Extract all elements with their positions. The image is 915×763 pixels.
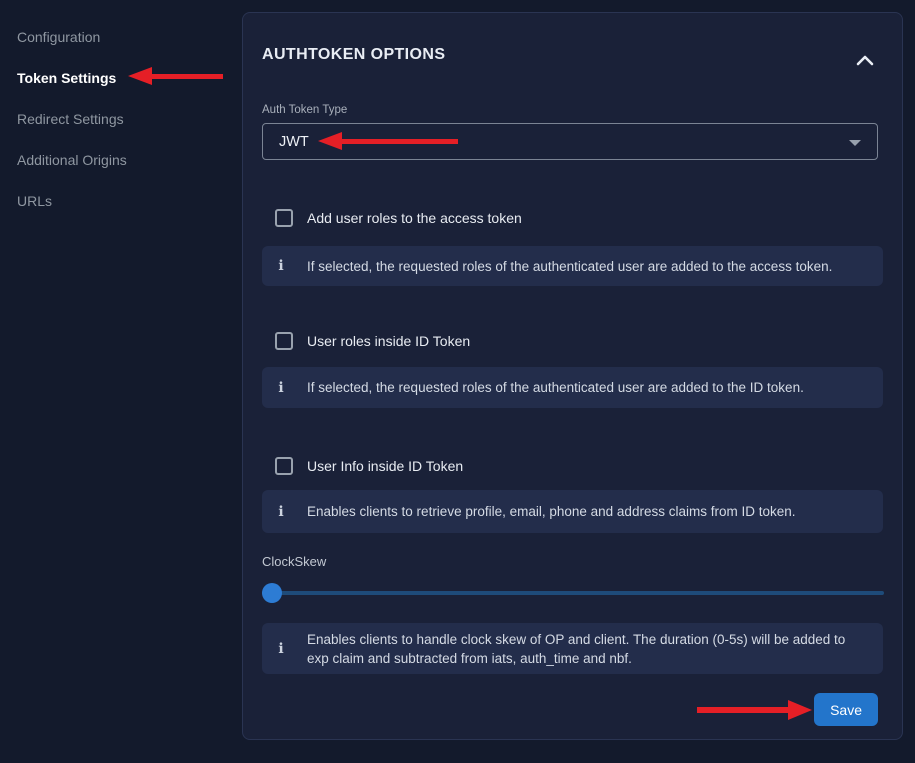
- option-row-id-token-roles: User roles inside ID Token: [275, 332, 470, 350]
- checkbox-label: Add user roles to the access token: [307, 210, 522, 226]
- sidebar-item-redirect-settings[interactable]: Redirect Settings: [17, 110, 227, 128]
- info-text: Enables clients to retrieve profile, ema…: [307, 502, 796, 521]
- slider-track[interactable]: [262, 591, 884, 595]
- auth-token-type-value: JWT: [279, 134, 309, 150]
- option-row-user-info-id-token: User Info inside ID Token: [275, 457, 463, 475]
- info-text: If selected, the requested roles of the …: [307, 378, 804, 397]
- authtoken-options-panel: AUTHTOKEN OPTIONS Auth Token Type JWT Ad…: [242, 12, 903, 740]
- checkbox-label: User roles inside ID Token: [307, 333, 470, 349]
- checkbox-user-info-id-token[interactable]: [275, 457, 293, 475]
- auth-token-type-select[interactable]: JWT: [262, 123, 878, 160]
- info-icon: ℹ: [275, 381, 287, 395]
- save-button[interactable]: Save: [814, 693, 878, 726]
- sidebar-item-urls[interactable]: URLs: [17, 192, 227, 210]
- info-text: Enables clients to handle clock skew of …: [307, 630, 867, 668]
- info-icon: ℹ: [275, 642, 287, 656]
- info-box-id-token-roles: ℹ If selected, the requested roles of th…: [262, 367, 883, 408]
- auth-token-type-label: Auth Token Type: [262, 104, 347, 116]
- chevron-up-icon[interactable]: [854, 53, 876, 69]
- settings-sidebar: Configuration Token Settings Redirect Se…: [17, 28, 227, 233]
- sidebar-item-token-settings[interactable]: Token Settings: [17, 69, 227, 87]
- clockskew-label: ClockSkew: [262, 554, 326, 569]
- clockskew-slider[interactable]: [262, 581, 884, 605]
- info-icon: ℹ: [275, 259, 287, 273]
- info-box-access-token-roles: ℹ If selected, the requested roles of th…: [262, 246, 883, 286]
- token-settings-page: Configuration Token Settings Redirect Se…: [0, 0, 915, 763]
- sidebar-item-configuration[interactable]: Configuration: [17, 28, 227, 46]
- slider-thumb[interactable]: [262, 583, 282, 603]
- info-box-user-info-id-token: ℹ Enables clients to retrieve profile, e…: [262, 490, 883, 533]
- panel-title: AUTHTOKEN OPTIONS: [262, 46, 445, 64]
- checkbox-label: User Info inside ID Token: [307, 458, 463, 474]
- info-text: If selected, the requested roles of the …: [307, 257, 832, 276]
- info-icon: ℹ: [275, 505, 287, 519]
- checkbox-add-user-roles-access-token[interactable]: [275, 209, 293, 227]
- chevron-down-icon: [849, 140, 861, 146]
- sidebar-item-additional-origins[interactable]: Additional Origins: [17, 151, 227, 169]
- checkbox-user-roles-id-token[interactable]: [275, 332, 293, 350]
- option-row-access-token-roles: Add user roles to the access token: [275, 209, 522, 227]
- info-box-clockskew: ℹ Enables clients to handle clock skew o…: [262, 623, 883, 674]
